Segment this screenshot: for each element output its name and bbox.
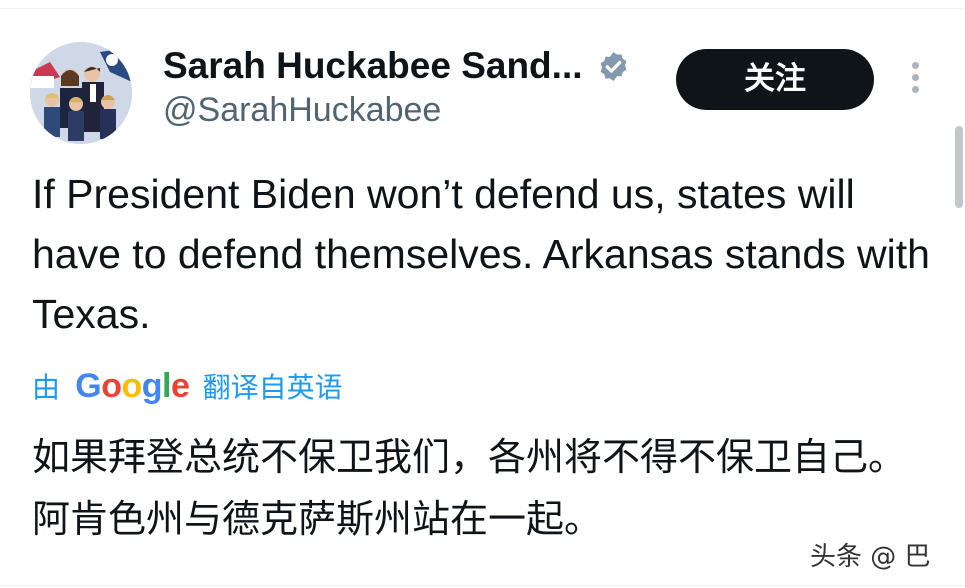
translated-text: 如果拜登总统不保卫我们，各州将不得不保卫自己。阿肯色州与德克萨斯州站在一起。 [32,435,907,541]
verified-badge-icon [600,52,627,81]
bottom-divider [0,585,965,586]
more-dots-vertical-icon[interactable] [903,62,927,98]
translation-attribution: 由 Google 翻译自英语 [32,364,343,408]
translation-prefix: 由 [32,371,61,404]
more-dot [911,86,919,93]
tweet-text: If President Biden won’t defend us, stat… [32,171,930,337]
watermark: 头条 @ 巴 [802,537,965,577]
google-logo: Google [75,367,190,405]
author-handle[interactable]: @SarahHuckabee [163,89,441,131]
more-dot [911,74,919,81]
scrollbar-thumb[interactable] [955,126,963,208]
avatar[interactable] [30,42,132,144]
more-dot [911,62,919,69]
author-display-name[interactable]: Sarah Huckabee Sand... [163,44,583,88]
follow-button[interactable]: 关注 [676,49,874,110]
top-divider [0,8,965,9]
translated-from-link[interactable]: 翻译自英语 [203,371,343,404]
profile-photo-icon [30,42,132,144]
